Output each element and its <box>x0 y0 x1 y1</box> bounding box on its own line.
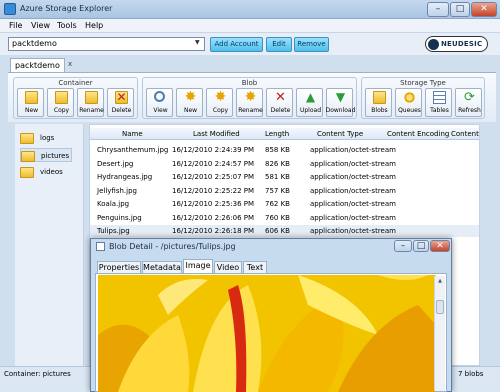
container-rename-button[interactable]: Rename <box>77 88 104 117</box>
column-last-modified[interactable]: Last Modified <box>193 130 240 138</box>
refresh-button[interactable]: ⟳ Refresh <box>455 88 482 117</box>
blob-copy-button[interactable]: ✸ Copy <box>206 88 233 117</box>
scroll-thumb[interactable] <box>436 300 444 314</box>
chevron-down-icon[interactable]: ▼ <box>195 39 200 46</box>
container-item-pictures[interactable]: pictures <box>20 148 72 162</box>
folder-new-icon <box>25 91 38 104</box>
magnifier-icon <box>154 91 165 102</box>
column-content-type[interactable]: Content Type <box>317 130 363 138</box>
blob-group-title: Blob <box>241 79 258 87</box>
blobs-icon <box>373 91 386 104</box>
status-blob-count: 7 blobs <box>458 370 484 378</box>
menu-help[interactable]: Help <box>85 21 103 30</box>
column-content[interactable]: Content <box>451 130 479 138</box>
storage-tables-button[interactable]: Tables <box>425 88 452 117</box>
image-preview-panel: ▲ <box>95 273 447 392</box>
folder-rename-icon <box>85 91 98 104</box>
column-name[interactable]: Name <box>122 130 143 138</box>
table-icon <box>433 91 446 104</box>
folder-icon <box>20 167 34 178</box>
upload-arrow-icon: ▲ <box>305 90 316 104</box>
container-item-videos[interactable]: videos <box>20 165 75 179</box>
blob-download-button[interactable]: ▼ Download <box>326 88 355 117</box>
tab-close-icon[interactable]: x <box>68 60 72 68</box>
neudesic-logo: NEUDESIC <box>425 36 488 52</box>
storage-blobs-button[interactable]: Blobs <box>365 88 392 117</box>
menu-view[interactable]: View <box>31 21 50 30</box>
edit-button[interactable]: Edit <box>266 37 292 52</box>
scroll-up-icon[interactable]: ▲ <box>436 278 444 286</box>
copy-icon: ✸ <box>214 89 227 105</box>
tulips-image <box>98 275 436 392</box>
column-length[interactable]: Length <box>265 130 289 138</box>
container-group-title: Container <box>58 79 93 87</box>
rename-icon: ✸ <box>244 89 257 105</box>
storage-type-group-title: Storage Type <box>400 79 446 87</box>
download-arrow-icon: ▼ <box>335 90 346 104</box>
column-headers: Name Last Modified Length Content Type C… <box>90 128 479 140</box>
remove-button[interactable]: Remove <box>294 37 329 52</box>
dialog-title: Blob Detail - /pictures/Tulips.jpg <box>109 242 236 251</box>
table-row-selected[interactable]: Tulips.jpg 16/12/2010 2:26:18 PM 606 KB app… <box>90 225 479 237</box>
container-list: logs pictures videos <box>15 124 84 366</box>
table-row[interactable]: Jellyfish.jpg 16/12/2010 2:25:22 PM 757 KB… <box>90 185 479 197</box>
folder-icon <box>20 133 34 144</box>
storage-queues-button[interactable]: Queues <box>395 88 422 117</box>
blob-delete-button[interactable]: ✕ Delete <box>266 88 293 117</box>
table-row[interactable]: Penguins.jpg 16/12/2010 2:26:06 PM 760 KB a… <box>90 212 479 224</box>
blob-rename-button[interactable]: ✸ Rename <box>236 88 263 117</box>
window-title: Azure Storage Explorer <box>20 4 113 13</box>
folder-copy-icon <box>55 91 68 104</box>
table-row[interactable]: Hydrangeas.jpg 16/12/2010 2:25:07 PM 581 K… <box>90 171 479 183</box>
add-account-button[interactable]: Add Account <box>210 37 263 52</box>
dialog-maximize-button[interactable]: □ <box>413 240 429 252</box>
blob-new-button[interactable]: ✸ New <box>176 88 203 117</box>
menu-bar: File View Tools Help <box>0 19 500 33</box>
vertical-scrollbar[interactable]: ▲ <box>434 276 445 391</box>
tab-image[interactable]: Image <box>183 259 213 274</box>
table-row[interactable]: Desert.jpg 16/12/2010 2:24:57 PM 826 KB app… <box>90 158 479 170</box>
folder-icon <box>21 151 35 162</box>
table-row[interactable]: Koala.jpg 16/12/2010 2:25:36 PM 762 KB appl… <box>90 198 479 210</box>
delete-icon: ✕ <box>275 90 286 105</box>
account-select[interactable]: packtdemo <box>8 37 205 51</box>
container-item-logs[interactable]: logs <box>20 131 75 145</box>
blob-view-button[interactable]: View <box>146 88 173 117</box>
tab-packtdemo[interactable]: packtdemo <box>10 58 65 73</box>
menu-file[interactable]: File <box>9 21 22 30</box>
status-container: Container: pictures <box>4 370 71 378</box>
container-copy-button[interactable]: Copy <box>47 88 74 117</box>
dialog-close-button[interactable]: ✕ <box>430 240 450 252</box>
folder-delete-icon: ✕ <box>115 90 128 104</box>
queues-icon <box>403 91 416 104</box>
container-new-button[interactable]: New <box>17 88 44 117</box>
dialog-minimize-button[interactable]: – <box>394 240 412 252</box>
table-row[interactable]: Chrysanthemum.jpg 16/12/2010 2:24:39 PM 85… <box>90 144 479 156</box>
close-button[interactable]: ✕ <box>471 2 497 17</box>
container-delete-button[interactable]: ✕ Delete <box>107 88 134 117</box>
minimize-button[interactable]: – <box>427 2 449 17</box>
menu-tools[interactable]: Tools <box>57 21 77 30</box>
maximize-button[interactable]: □ <box>450 2 470 17</box>
sparkle-icon: ✸ <box>184 89 197 105</box>
dialog-icon <box>96 242 105 251</box>
blob-upload-button[interactable]: ▲ Upload <box>296 88 323 117</box>
app-icon <box>4 3 16 15</box>
column-content-encoding[interactable]: Content Encoding <box>387 130 449 138</box>
refresh-icon: ⟳ <box>464 90 475 105</box>
